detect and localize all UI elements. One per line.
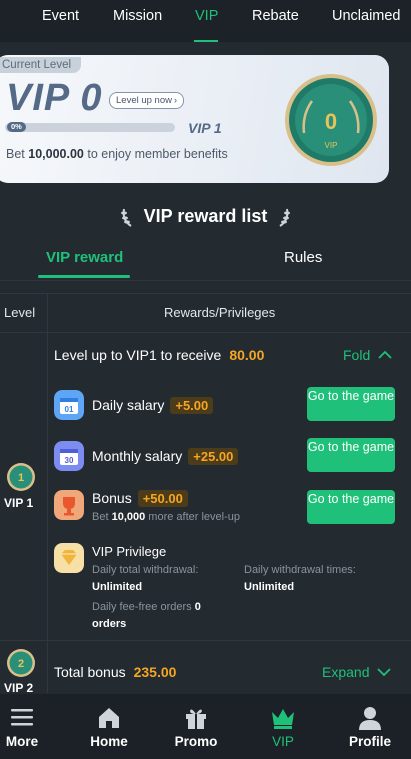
daily-times-label: Daily withdrawal times: xyxy=(244,564,356,576)
expand-toggle[interactable]: Expand xyxy=(322,664,392,680)
level-up-now-label: Level up now xyxy=(116,95,172,106)
daily-salary-amount: +5.00 xyxy=(170,397,214,414)
monthly-salary-go-button[interactable]: Go to the game xyxy=(307,438,395,472)
vip-privilege-title: VIP Privilege xyxy=(92,544,167,559)
laurel-right-icon xyxy=(279,209,291,228)
svg-text:0: 0 xyxy=(325,109,337,134)
fold-toggle[interactable]: Fold xyxy=(343,347,392,363)
current-level-tag: Current Level xyxy=(0,57,82,73)
daily-salary-label: Daily salary +5.00 xyxy=(92,397,214,414)
tab-event[interactable]: Event xyxy=(42,8,79,24)
calendar-daily-icon: 01 xyxy=(54,390,84,420)
vip1-level-up-amount: 80.00 xyxy=(229,347,265,363)
calendar-monthly-icon: 30 xyxy=(54,441,84,471)
diamond-icon xyxy=(54,543,84,573)
tab-rebate[interactable]: Rebate xyxy=(252,8,299,24)
home-icon xyxy=(99,708,119,728)
nav-profile[interactable]: Profile xyxy=(330,694,410,759)
chevron-up-icon xyxy=(378,350,392,359)
vip1-badge-icon: 1 xyxy=(7,463,35,491)
vip2-badge-icon: 2 xyxy=(7,649,35,677)
vip1-level-label: VIP 1 xyxy=(4,496,34,510)
reward-tab-indicator xyxy=(38,275,130,278)
vip-reward-list-title: VIP reward list xyxy=(0,206,411,228)
crown-icon xyxy=(272,709,294,729)
daily-withdrawal-value: Unlimited xyxy=(92,581,143,593)
level-progress-bar xyxy=(5,123,175,132)
bet-requirement-text: Bet 10,000.00 to enjoy member benefits xyxy=(6,147,228,161)
vip1-level-up-line: Level up to VIP1 to receive 80.00 xyxy=(54,347,265,363)
level-column-header: Level xyxy=(4,305,36,320)
gift-icon xyxy=(186,709,206,729)
fee-free-orders-unit: orders xyxy=(92,618,127,630)
row-divider xyxy=(0,640,411,641)
svg-text:30: 30 xyxy=(65,456,74,465)
bonus-go-button[interactable]: Go to the game xyxy=(307,490,395,524)
trophy-icon xyxy=(54,490,84,520)
level-up-now-button[interactable]: Level up now › xyxy=(109,92,184,109)
monthly-salary-label: Monthly salary +25.00 xyxy=(92,448,239,465)
tab-vip-reward[interactable]: VIP reward xyxy=(46,249,123,266)
vip2-total-bonus-amount: 235.00 xyxy=(133,664,177,680)
rewards-table-header: Level Rewards/Privileges xyxy=(0,293,411,333)
level-progress-percent: 0% xyxy=(7,122,26,132)
svg-text:VIP: VIP xyxy=(325,141,338,150)
vip-medal-icon: 0 VIP xyxy=(285,74,377,166)
bonus-amount: +50.00 xyxy=(137,490,188,507)
next-level-label: VIP 1 xyxy=(188,120,222,136)
tab-rules[interactable]: Rules xyxy=(284,249,322,266)
daily-salary-go-button[interactable]: Go to the game xyxy=(307,387,395,421)
bet-amount: 10,000.00 xyxy=(28,147,84,161)
current-level-card: Current Level VIP 0 Level up now › 0% VIP… xyxy=(0,55,389,183)
nav-home[interactable]: Home xyxy=(69,694,149,759)
chevron-down-icon xyxy=(377,668,392,677)
nav-vip[interactable]: VIP xyxy=(243,694,323,759)
top-tab-bar: Event Mission VIP Rebate Unclaimed xyxy=(0,0,411,42)
fee-free-orders-label: Daily fee-free orders 0 xyxy=(92,601,201,613)
bottom-navigation: More Home Promo VIP Profile xyxy=(0,694,411,759)
laurel-left-icon xyxy=(120,209,132,228)
current-level-value: VIP 0 xyxy=(6,77,103,119)
tab-unclaimed[interactable]: Unclaimed xyxy=(332,8,401,24)
daily-withdrawal-label: Daily total withdrawal: xyxy=(92,564,199,576)
column-divider xyxy=(47,293,48,693)
daily-times-value: Unlimited xyxy=(244,581,295,593)
user-icon xyxy=(359,707,381,730)
nav-more[interactable]: More xyxy=(0,694,62,759)
fee-free-orders-value: 0 xyxy=(194,601,201,613)
menu-icon xyxy=(11,709,33,726)
monthly-salary-amount: +25.00 xyxy=(188,448,239,465)
svg-text:01: 01 xyxy=(65,405,74,414)
nav-promo[interactable]: Promo xyxy=(156,694,236,759)
active-tab-indicator xyxy=(194,40,218,42)
bonus-requirement-text: Bet 10,000 more after level-up xyxy=(92,511,241,523)
svg-text:2: 2 xyxy=(18,658,24,670)
tab-mission[interactable]: Mission xyxy=(113,8,162,24)
bonus-label: Bonus +50.00 xyxy=(92,490,188,507)
vip2-level-label: VIP 2 xyxy=(4,681,34,695)
rewards-column-header: Rewards/Privileges xyxy=(164,305,276,320)
vip2-total-bonus: Total bonus 235.00 xyxy=(54,664,177,680)
tab-vip[interactable]: VIP xyxy=(195,8,218,24)
svg-text:1: 1 xyxy=(18,472,24,484)
chevron-right-icon: › xyxy=(173,95,177,105)
